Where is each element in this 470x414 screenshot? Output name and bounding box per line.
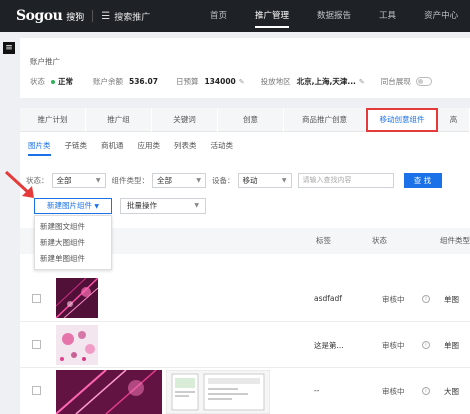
subtab-activity[interactable]: 活动类	[211, 140, 234, 156]
status-dot-icon	[51, 79, 55, 84]
device-filter-label: 设备：	[212, 175, 235, 185]
new-component-dropdown: 新建图文组件 新建大图组件 新建单图组件	[34, 215, 112, 270]
table-row: -- 审核中 i 大图	[20, 368, 470, 414]
account-summary: 账户推广 状态 正常 账户余额 536.07 日预算 134000 ✎ 投放地区…	[20, 38, 470, 98]
search-button[interactable]: 查 找	[403, 172, 442, 188]
row-status: 审核中	[382, 341, 405, 350]
divider	[92, 10, 94, 22]
balance-value: 536.07	[129, 77, 158, 86]
info-icon[interactable]: i	[422, 387, 430, 395]
account-title: 账户推广	[30, 57, 60, 66]
info-icon[interactable]: i	[422, 341, 430, 349]
tab-plans[interactable]: 推广计划	[20, 108, 86, 132]
sidebar-toggle-icon[interactable]: ≡	[3, 42, 15, 54]
header-type[interactable]: 组件类型	[440, 228, 470, 254]
nav-promotion-management[interactable]: 推广管理	[255, 0, 290, 32]
chevron-down-icon: ▼	[196, 176, 201, 184]
batch-button-label: 批量操作	[127, 201, 157, 210]
action-bar: 新建图片组件 ▼ 批量操作 ▼	[34, 198, 206, 214]
main-nav: 首页 推广管理 数据报告 工具 资产中心	[210, 0, 470, 32]
subtab-app[interactable]: 应用类	[138, 140, 161, 156]
row-status: 审核中	[382, 387, 405, 396]
type-filter-label: 组件类型：	[111, 175, 150, 185]
status-label: 状态	[30, 77, 45, 86]
region-value: 北京,上海,天津...	[296, 77, 356, 86]
subtab-business[interactable]: 商机通	[101, 140, 124, 156]
filter-bar: 状态： 全部 ▼ 组件类型： 全部 ▼ 设备： 移动 ▼ 请输入查找内容 查 找	[20, 168, 470, 192]
row-checkbox[interactable]	[32, 294, 41, 303]
tab-product-creatives[interactable]: 商品推广创意	[284, 108, 366, 132]
subtab-list[interactable]: 列表类	[174, 140, 197, 156]
row-type: 大图	[444, 387, 459, 396]
type-filter-select[interactable]: 全部 ▼	[152, 172, 206, 188]
row-type: 单图	[444, 295, 459, 304]
budget-value: 134000	[204, 77, 236, 86]
component-preview-thumbnail[interactable]	[166, 370, 270, 414]
same-show-toggle[interactable]	[415, 77, 432, 86]
chevron-down-icon: ▼	[95, 176, 101, 184]
chevron-down-icon: ▼	[194, 202, 199, 209]
header-tag[interactable]: 标签	[316, 228, 331, 254]
type-filter-value: 全部	[157, 175, 172, 185]
status-filter-value: 全部	[56, 175, 72, 185]
row-checkbox[interactable]	[32, 340, 41, 349]
logo-subtitle: 搜狗	[66, 12, 85, 23]
balance-label: 账户余额	[93, 77, 123, 86]
same-show-label: 同台展现	[380, 77, 411, 86]
table-row: asdfadf 审核中 i 单图	[20, 274, 470, 322]
tab-more[interactable]: 高	[438, 108, 470, 132]
dropdown-item-image-text[interactable]: 新建图文组件	[35, 219, 111, 235]
nav-home[interactable]: 首页	[210, 0, 227, 32]
nav-asset-center[interactable]: 资产中心	[424, 0, 458, 32]
nav-data-report[interactable]: 数据报告	[317, 0, 351, 32]
sogou-logo[interactable]: Sogou	[16, 8, 63, 24]
dropdown-item-large-image[interactable]: 新建大图组件	[35, 235, 111, 251]
chevron-down-icon: ▼	[281, 176, 287, 184]
info-icon[interactable]: i	[422, 295, 430, 303]
edit-budget-icon[interactable]: ✎	[239, 78, 245, 86]
component-thumbnail[interactable]	[56, 325, 98, 365]
tab-creatives[interactable]: 创意	[218, 108, 284, 132]
tab-bar: 推广计划 推广组 关键词 创意 商品推广创意 移动创意组件 高	[20, 108, 470, 132]
budget-label: 日预算	[175, 77, 199, 86]
dropdown-item-single-image[interactable]: 新建单图组件	[35, 251, 111, 267]
product-name[interactable]: 搜索推广	[114, 10, 150, 23]
tab-mobile-creative-components[interactable]: 移动创意组件	[366, 108, 438, 132]
device-filter-select[interactable]: 移动 ▼	[237, 172, 292, 188]
top-navigation-bar: Sogou 搜狗 ☰ 搜索推广 首页 推广管理 数据报告 工具 资产中心	[0, 0, 470, 32]
batch-operation-button[interactable]: 批量操作 ▼	[120, 198, 206, 214]
row-status: 审核中	[382, 295, 405, 304]
search-input[interactable]: 请输入查找内容	[297, 172, 394, 188]
table-row: 这是第... 审核中 i 单图	[20, 322, 470, 368]
tab-keywords[interactable]: 关键词	[152, 108, 218, 132]
row-tag: asdfadf	[314, 294, 342, 303]
chevron-down-icon: ▼	[94, 203, 99, 210]
component-thumbnail[interactable]	[56, 278, 98, 318]
component-subtabs: 图片类 子链类 商机通 应用类 列表类 活动类	[28, 140, 247, 156]
row-tag: --	[314, 386, 320, 395]
subtab-image[interactable]: 图片类	[28, 140, 51, 156]
region-label: 投放地区	[260, 77, 291, 86]
new-image-component-button[interactable]: 新建图片组件 ▼	[34, 198, 112, 214]
device-filter-value: 移动	[242, 175, 258, 185]
component-thumbnail[interactable]	[56, 370, 162, 414]
status-value: 正常	[58, 77, 73, 86]
row-checkbox[interactable]	[32, 386, 41, 395]
new-button-label: 新建图片组件	[46, 201, 92, 210]
edit-region-icon[interactable]: ✎	[359, 78, 365, 86]
main-panel: 推广计划 推广组 关键词 创意 商品推广创意 移动创意组件 高 图片类 子链类 …	[20, 108, 470, 414]
account-info-row: 状态 正常 账户余额 536.07 日预算 134000 ✎ 投放地区 北京,上…	[30, 76, 432, 87]
status-filter-select[interactable]: 全部 ▼	[51, 172, 106, 188]
header-status[interactable]: 状态	[372, 228, 387, 254]
nav-tools[interactable]: 工具	[379, 0, 396, 32]
tab-groups[interactable]: 推广组	[86, 108, 152, 132]
subtab-sublink[interactable]: 子链类	[65, 140, 88, 156]
menu-icon[interactable]: ☰	[101, 11, 110, 22]
row-type: 单图	[444, 341, 459, 350]
row-tag: 这是第...	[314, 341, 344, 350]
annotation-arrow-icon	[4, 170, 34, 198]
